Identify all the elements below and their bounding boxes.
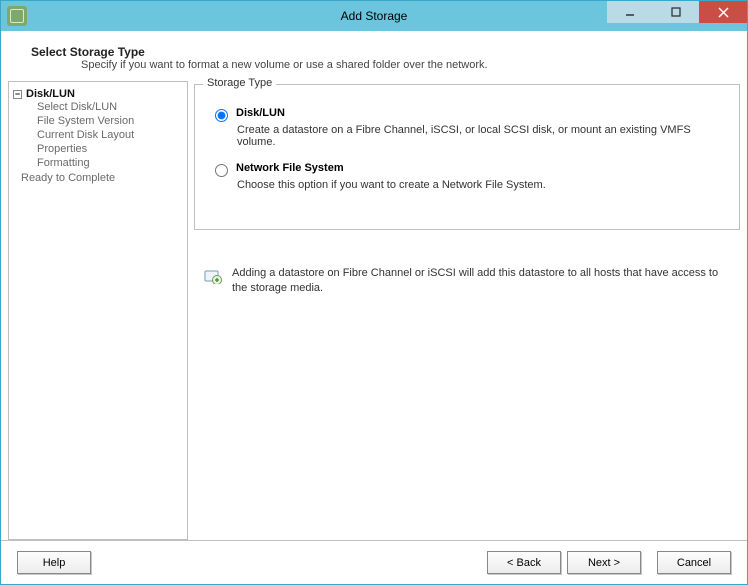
option-nfs-desc: Choose this option if you want to create…	[237, 179, 727, 191]
storage-type-group: Storage Type Disk/LUN Create a datastore…	[194, 84, 740, 230]
maximize-button[interactable]	[653, 1, 699, 23]
next-button[interactable]: Next >	[567, 551, 641, 574]
tree-item-properties[interactable]: Properties	[37, 142, 183, 156]
dialog-footer: Help < Back Next > Cancel	[1, 540, 747, 584]
tree-item-fs-version[interactable]: File System Version	[37, 114, 183, 128]
tree-item-ready[interactable]: Ready to Complete	[21, 170, 183, 184]
info-text: Adding a datastore on Fibre Channel or i…	[232, 266, 730, 296]
tree-item-disk-layout[interactable]: Current Disk Layout	[37, 128, 183, 142]
header-panel: Select Storage Type Specify if you want …	[1, 31, 747, 81]
option-disk-lun-label: Disk/LUN	[236, 107, 285, 119]
page-title: Select Storage Type	[31, 45, 727, 59]
window-title: Add Storage	[341, 9, 408, 23]
minimize-button[interactable]	[607, 1, 653, 23]
collapse-icon[interactable]: −	[13, 90, 22, 99]
tree-root[interactable]: − Disk/LUN	[13, 88, 183, 100]
dialog-window: Add Storage Select Storage Type Specify …	[0, 0, 748, 585]
app-icon	[7, 6, 27, 26]
tree-children: Select Disk/LUN File System Version Curr…	[37, 100, 183, 170]
option-disk-lun-desc: Create a datastore on a Fibre Channel, i…	[237, 124, 727, 148]
maximize-icon	[671, 7, 681, 17]
minimize-icon	[625, 7, 635, 17]
main-panel: Storage Type Disk/LUN Create a datastore…	[194, 81, 740, 540]
close-icon	[718, 7, 729, 18]
nav-buttons: < Back Next > Cancel	[487, 551, 731, 574]
wizard-steps-sidebar: − Disk/LUN Select Disk/LUN File System V…	[8, 81, 188, 540]
group-legend: Storage Type	[203, 77, 276, 89]
tree-item-formatting[interactable]: Formatting	[37, 156, 183, 170]
titlebar: Add Storage	[1, 1, 747, 31]
page-subtitle: Specify if you want to format a new volu…	[81, 59, 727, 71]
option-nfs-label: Network File System	[236, 162, 344, 174]
close-button[interactable]	[699, 1, 747, 23]
option-nfs[interactable]: Network File System	[215, 162, 727, 177]
window-controls	[607, 1, 747, 31]
help-button[interactable]: Help	[17, 551, 91, 574]
tree-item-select-disk[interactable]: Select Disk/LUN	[37, 100, 183, 114]
dialog-body: − Disk/LUN Select Disk/LUN File System V…	[1, 81, 747, 540]
cancel-button[interactable]: Cancel	[657, 551, 731, 574]
back-button[interactable]: < Back	[487, 551, 561, 574]
option-disk-lun[interactable]: Disk/LUN	[215, 107, 727, 122]
radio-disk-lun[interactable]	[215, 109, 228, 122]
radio-nfs[interactable]	[215, 164, 228, 177]
tree-root-label: Disk/LUN	[26, 88, 75, 100]
info-row: Adding a datastore on Fibre Channel or i…	[204, 266, 730, 296]
info-icon	[204, 266, 222, 284]
